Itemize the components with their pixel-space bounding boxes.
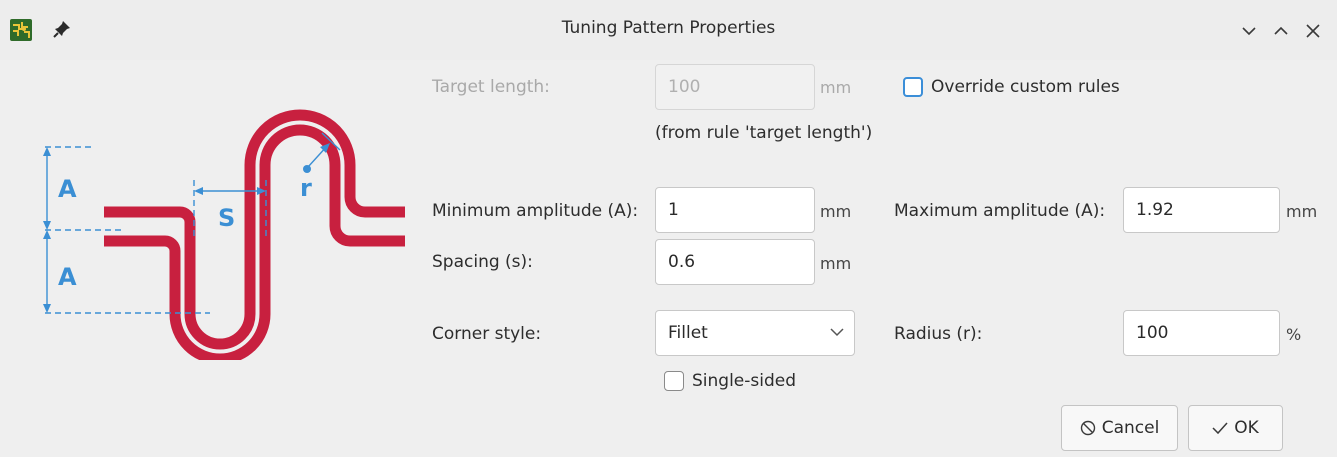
single-sided-label: Single-sided bbox=[692, 371, 797, 391]
maximize-chevron-icon[interactable] bbox=[1270, 20, 1292, 42]
ok-button[interactable]: OK bbox=[1188, 405, 1283, 451]
target-length-input[interactable]: 100 bbox=[655, 64, 815, 110]
corner-style-value: Fillet bbox=[668, 323, 708, 343]
from-rule-text: (from rule 'target length') bbox=[655, 123, 873, 143]
min-amplitude-unit: mm bbox=[820, 202, 852, 221]
spacing-input[interactable]: 0.6 bbox=[655, 239, 815, 285]
min-amplitude-input[interactable]: 1 bbox=[655, 187, 815, 233]
cancel-label: Cancel bbox=[1101, 418, 1160, 438]
target-length-label: Target length: bbox=[432, 77, 550, 97]
close-icon[interactable] bbox=[1302, 20, 1324, 42]
minimize-chevron-icon[interactable] bbox=[1238, 20, 1260, 42]
checkmark-icon bbox=[1212, 422, 1228, 435]
override-custom-rules-checkbox[interactable] bbox=[903, 77, 923, 97]
override-custom-rules-label: Override custom rules bbox=[931, 77, 1120, 97]
min-amplitude-label: Minimum amplitude (A): bbox=[432, 201, 639, 221]
chevron-down-icon bbox=[830, 328, 844, 337]
label-r: r bbox=[300, 174, 312, 202]
corner-style-label: Corner style: bbox=[432, 324, 542, 344]
title-bar: Tuning Pattern Properties bbox=[0, 0, 1337, 60]
label-s: S bbox=[218, 204, 235, 232]
target-length-unit: mm bbox=[820, 78, 852, 97]
outer-trace bbox=[104, 109, 405, 350]
label-a-top: A bbox=[58, 175, 77, 203]
label-a-bottom: A bbox=[58, 263, 77, 291]
max-amplitude-unit: mm bbox=[1286, 202, 1318, 221]
radius-label: Radius (r): bbox=[894, 324, 983, 344]
cancel-icon bbox=[1080, 420, 1095, 436]
spacing-unit: mm bbox=[820, 254, 852, 273]
corner-style-select[interactable]: Fillet bbox=[655, 310, 855, 356]
ok-label: OK bbox=[1234, 418, 1259, 438]
max-amplitude-label: Maximum amplitude (A): bbox=[894, 201, 1106, 221]
cancel-button[interactable]: Cancel bbox=[1061, 405, 1178, 451]
max-amplitude-input[interactable]: 1.92 bbox=[1123, 187, 1280, 233]
tuning-pattern-diagram: A A S r bbox=[43, 109, 405, 360]
spacing-label: Spacing (s): bbox=[432, 252, 533, 272]
radius-input[interactable]: 100 bbox=[1123, 310, 1280, 356]
single-sided-checkbox[interactable] bbox=[664, 371, 684, 391]
window-title: Tuning Pattern Properties bbox=[561, 18, 776, 38]
radius-unit: % bbox=[1286, 325, 1302, 344]
